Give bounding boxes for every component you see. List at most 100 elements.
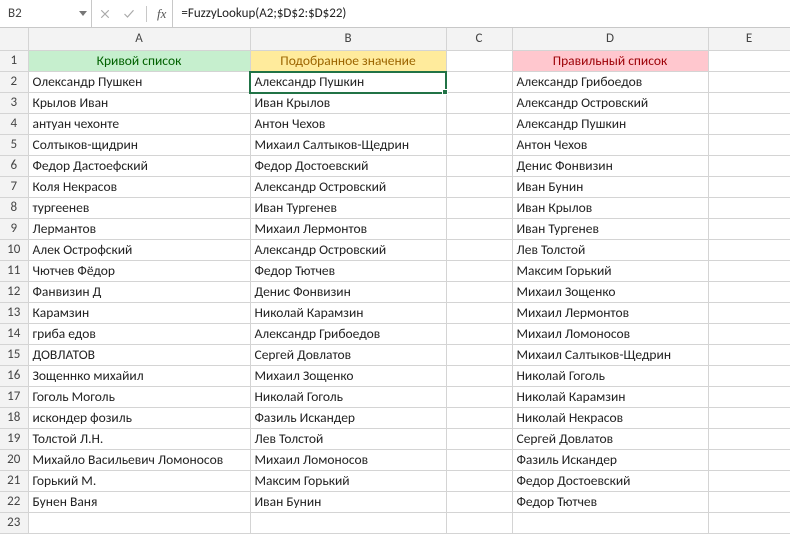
cell-B4[interactable]: Антон Чехов <box>250 114 446 135</box>
cell-B10[interactable]: Александр Островский <box>250 240 446 261</box>
cell-A20[interactable]: Михайло Васильевич Ломоносов <box>28 450 250 471</box>
row-header[interactable]: 11 <box>0 261 28 282</box>
cell-D5[interactable]: Антон Чехов <box>512 135 708 156</box>
cell-A18[interactable]: искондер фозиль <box>28 408 250 429</box>
col-header-C[interactable]: C <box>446 28 512 51</box>
cell-C12[interactable] <box>446 282 512 303</box>
row-header[interactable]: 17 <box>0 387 28 408</box>
cell-D17[interactable]: Николай Карамзин <box>512 387 708 408</box>
row-header[interactable]: 19 <box>0 429 28 450</box>
cell-A14[interactable]: гриба едов <box>28 324 250 345</box>
cell-B15[interactable]: Сергей Довлатов <box>250 345 446 366</box>
cell-B16[interactable]: Михаил Зощенко <box>250 366 446 387</box>
col-header-A[interactable]: A <box>28 28 250 51</box>
cell-A3[interactable]: Крылов Иван <box>28 93 250 114</box>
cell-B11[interactable]: Федор Тютчев <box>250 261 446 282</box>
cell-E21[interactable] <box>708 471 790 492</box>
cell-D6[interactable]: Денис Фонвизин <box>512 156 708 177</box>
cell-D10[interactable]: Лев Толстой <box>512 240 708 261</box>
cell-E9[interactable] <box>708 219 790 240</box>
cell-D13[interactable]: Михаил Лермонтов <box>512 303 708 324</box>
cell-A11[interactable]: Чютчев Фёдор <box>28 261 250 282</box>
cell-E19[interactable] <box>708 429 790 450</box>
cell-B13[interactable]: Николай Карамзин <box>250 303 446 324</box>
cell-D7[interactable]: Иван Бунин <box>512 177 708 198</box>
cell-B9[interactable]: Михаил Лермонтов <box>250 219 446 240</box>
row-header[interactable]: 5 <box>0 135 28 156</box>
row-header[interactable]: 15 <box>0 345 28 366</box>
cell-E1[interactable] <box>708 51 790 72</box>
cell-A4[interactable]: антуан чехонте <box>28 114 250 135</box>
cell-B22[interactable]: Иван Бунин <box>250 492 446 513</box>
cell-D19[interactable]: Сергей Довлатов <box>512 429 708 450</box>
col-header-D[interactable]: D <box>512 28 708 51</box>
row-header[interactable]: 10 <box>0 240 28 261</box>
cell-C20[interactable] <box>446 450 512 471</box>
cell-B23[interactable] <box>250 513 446 534</box>
cell-B14[interactable]: Александр Грибоедов <box>250 324 446 345</box>
cell-E18[interactable] <box>708 408 790 429</box>
select-all-corner[interactable] <box>0 28 28 51</box>
cell-A19[interactable]: Толстой Л.Н. <box>28 429 250 450</box>
cell-C14[interactable] <box>446 324 512 345</box>
cell-D21[interactable]: Федор Достоевский <box>512 471 708 492</box>
col-header-B[interactable]: B <box>250 28 446 51</box>
fx-icon[interactable]: fx <box>157 6 166 22</box>
row-header[interactable]: 20 <box>0 450 28 471</box>
cell-E3[interactable] <box>708 93 790 114</box>
cell-A7[interactable]: Коля Некрасов <box>28 177 250 198</box>
cell-E15[interactable] <box>708 345 790 366</box>
cell-E13[interactable] <box>708 303 790 324</box>
cell-C13[interactable] <box>446 303 512 324</box>
cell-D1[interactable]: Правильный список <box>512 51 708 72</box>
cell-C19[interactable] <box>446 429 512 450</box>
cell-C17[interactable] <box>446 387 512 408</box>
confirm-formula-icon[interactable] <box>122 7 136 21</box>
cell-D22[interactable]: Федор Тютчев <box>512 492 708 513</box>
row-header[interactable]: 23 <box>0 513 28 534</box>
cell-E20[interactable] <box>708 450 790 471</box>
cell-A15[interactable]: ДОВЛАТОВ <box>28 345 250 366</box>
cell-A16[interactable]: Зощеннко михайил <box>28 366 250 387</box>
cell-C1[interactable] <box>446 51 512 72</box>
cell-A6[interactable]: Федор Дастоефский <box>28 156 250 177</box>
row-header[interactable]: 4 <box>0 114 28 135</box>
row-header[interactable]: 16 <box>0 366 28 387</box>
cell-D18[interactable]: Николай Некрасов <box>512 408 708 429</box>
cell-E4[interactable] <box>708 114 790 135</box>
cell-E7[interactable] <box>708 177 790 198</box>
cell-D20[interactable]: Фазиль Искандер <box>512 450 708 471</box>
cell-B2[interactable]: Александр Пушкин <box>250 72 446 93</box>
cell-B19[interactable]: Лев Толстой <box>250 429 446 450</box>
spreadsheet-grid[interactable]: A B C D E 1Кривой списокПодобранное знач… <box>0 28 790 534</box>
cell-C5[interactable] <box>446 135 512 156</box>
cell-C21[interactable] <box>446 471 512 492</box>
cell-C8[interactable] <box>446 198 512 219</box>
row-header[interactable]: 12 <box>0 282 28 303</box>
cell-A9[interactable]: Лермантов <box>28 219 250 240</box>
cell-A1[interactable]: Кривой список <box>28 51 250 72</box>
cell-D11[interactable]: Максим Горький <box>512 261 708 282</box>
formula-input[interactable]: =FuzzyLookup(A2;$D$2:$D$22) <box>173 0 790 27</box>
row-header[interactable]: 14 <box>0 324 28 345</box>
cell-B5[interactable]: Михаил Салтыков-Щедрин <box>250 135 446 156</box>
cell-C10[interactable] <box>446 240 512 261</box>
cell-E16[interactable] <box>708 366 790 387</box>
cell-B3[interactable]: Иван Крылов <box>250 93 446 114</box>
cell-A17[interactable]: Гоголь Моголь <box>28 387 250 408</box>
name-box[interactable]: B2 <box>0 0 92 27</box>
row-header[interactable]: 21 <box>0 471 28 492</box>
row-header[interactable]: 18 <box>0 408 28 429</box>
cell-C7[interactable] <box>446 177 512 198</box>
cell-E17[interactable] <box>708 387 790 408</box>
cell-B12[interactable]: Денис Фонвизин <box>250 282 446 303</box>
cell-D14[interactable]: Михаил Ломоносов <box>512 324 708 345</box>
cell-B8[interactable]: Иван Тургенев <box>250 198 446 219</box>
cell-E14[interactable] <box>708 324 790 345</box>
cell-C11[interactable] <box>446 261 512 282</box>
cell-D9[interactable]: Иван Тургенев <box>512 219 708 240</box>
cell-A13[interactable]: Карамзин <box>28 303 250 324</box>
cell-A21[interactable]: Горький М. <box>28 471 250 492</box>
cell-E5[interactable] <box>708 135 790 156</box>
cell-A23[interactable] <box>28 513 250 534</box>
